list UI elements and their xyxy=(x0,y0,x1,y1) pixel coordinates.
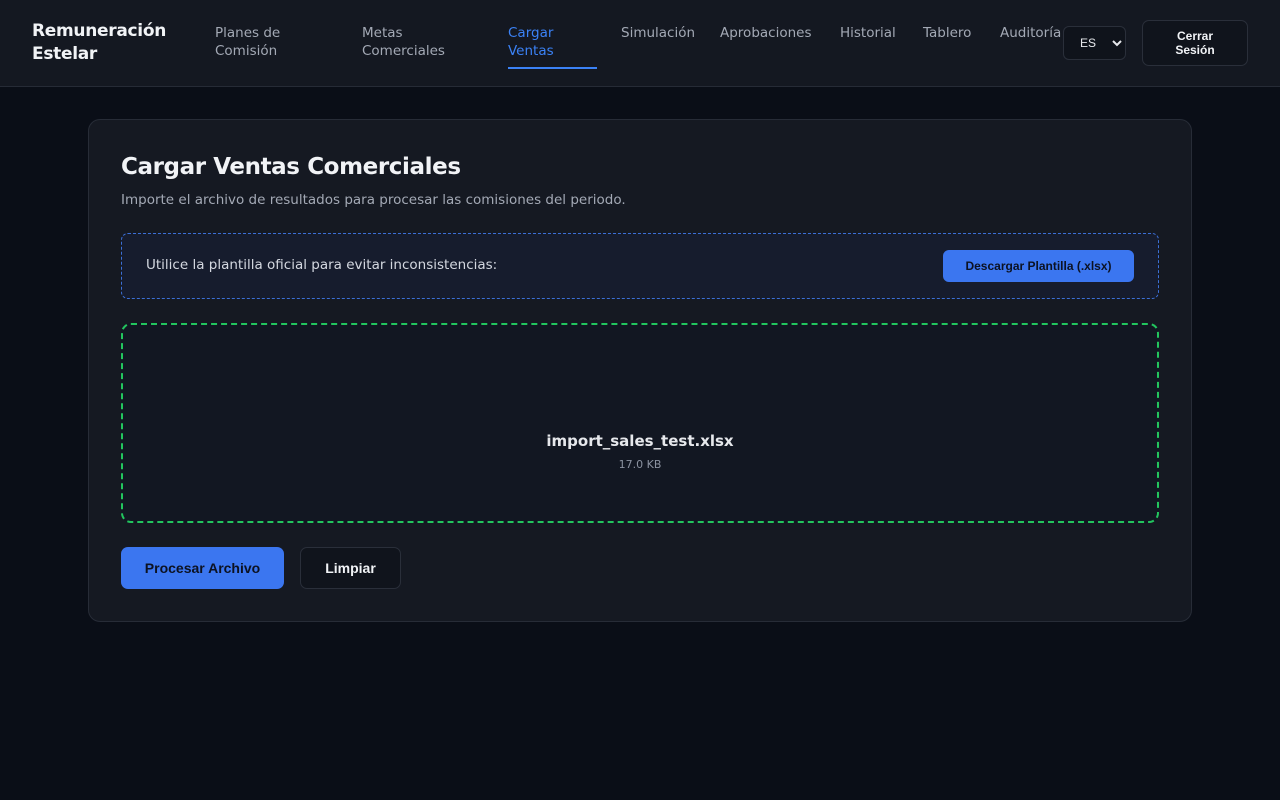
top-navbar: Remuneración Estelar Planes de Comisión … xyxy=(0,0,1280,87)
upload-sales-card: Cargar Ventas Comerciales Importe el arc… xyxy=(88,119,1192,622)
logout-button[interactable]: Cerrar Sesión xyxy=(1142,20,1248,66)
template-notice-text: Utilice la plantilla oficial para evitar… xyxy=(146,257,498,273)
clear-button[interactable]: Limpiar xyxy=(300,547,401,589)
nav-item-tablero[interactable]: Tablero xyxy=(923,24,971,42)
uploaded-file-name: import_sales_test.xlsx xyxy=(546,432,734,450)
process-file-button[interactable]: Procesar Archivo xyxy=(121,547,284,589)
uploaded-file-size: 17.0 KB xyxy=(618,458,662,471)
nav-item-simulacion[interactable]: Simulación xyxy=(621,24,695,42)
language-select[interactable]: ES xyxy=(1063,26,1126,60)
template-notice: Utilice la plantilla oficial para evitar… xyxy=(121,233,1159,299)
download-template-button[interactable]: Descargar Plantilla (.xlsx) xyxy=(943,250,1134,282)
active-nav-indicator xyxy=(508,67,597,69)
file-dropzone[interactable]: import_sales_test.xlsx 17.0 KB xyxy=(121,323,1159,523)
nav-item-historial[interactable]: Historial xyxy=(840,24,896,42)
nav-item-metas-comerciales[interactable]: Metas Comerciales xyxy=(362,24,482,60)
nav-item-planes-de-comision[interactable]: Planes de Comisión xyxy=(215,24,335,60)
nav-item-auditoria[interactable]: Auditoría xyxy=(1000,24,1061,42)
page-subtitle: Importe el archivo de resultados para pr… xyxy=(121,192,626,208)
page-title: Cargar Ventas Comerciales xyxy=(121,154,461,180)
nav-item-cargar-ventas[interactable]: Cargar Ventas xyxy=(508,24,588,60)
nav-item-aprobaciones[interactable]: Aprobaciones xyxy=(720,24,812,42)
app-brand[interactable]: Remuneración Estelar xyxy=(32,20,182,66)
